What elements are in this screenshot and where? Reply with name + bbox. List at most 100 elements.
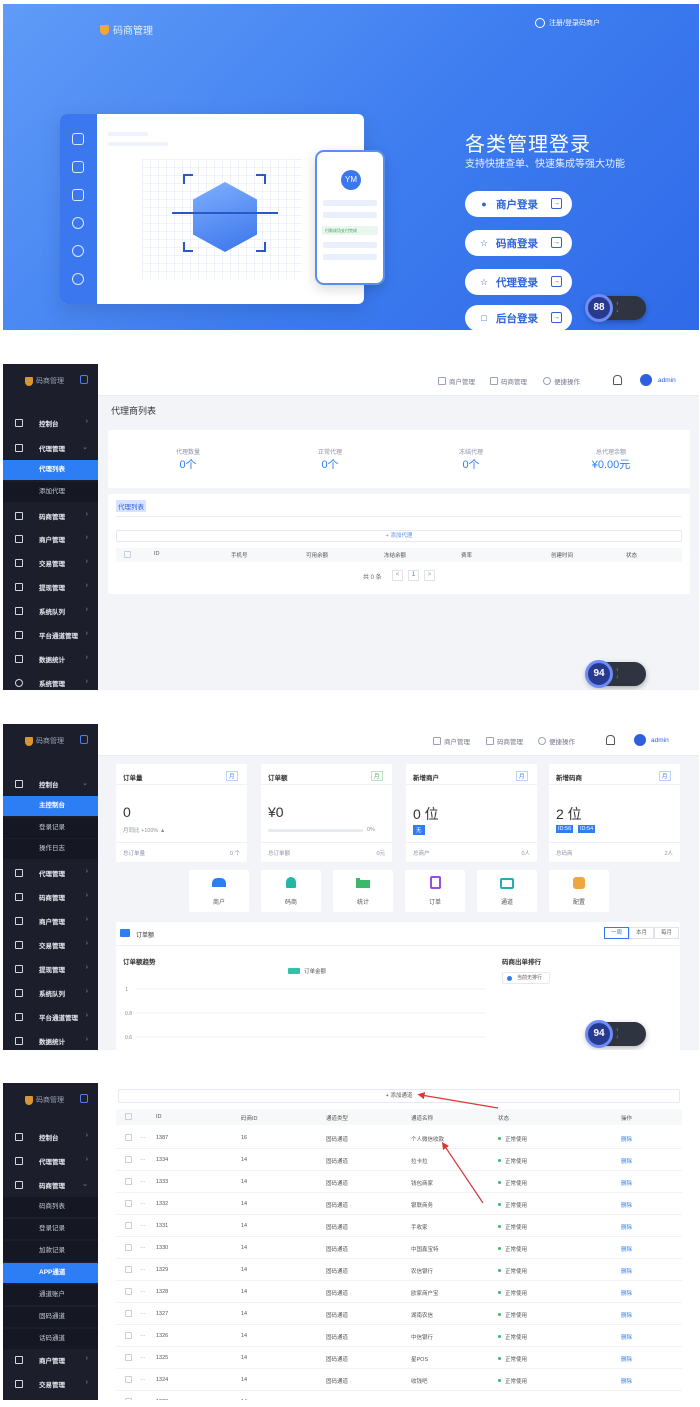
next-page-button[interactable]: > (424, 570, 435, 581)
lock-icon[interactable] (80, 735, 88, 744)
register-link[interactable]: 注册/登录码商户 (535, 18, 600, 28)
row-checkbox[interactable] (125, 1266, 132, 1273)
row-expand-icon[interactable]: ... (140, 1134, 145, 1140)
row-checkbox[interactable] (125, 1376, 132, 1383)
menu-merchant[interactable]: 商户管理 › (3, 527, 98, 551)
menu-console[interactable]: 控制台 › (3, 1125, 98, 1149)
submenu-phone-code-channel[interactable]: 话码通道 (3, 1329, 98, 1349)
admin-login-button[interactable]: □ 后台登录 → (465, 305, 572, 330)
select-all-checkbox[interactable] (124, 551, 131, 558)
merchant-link[interactable]: 商户管理 (438, 376, 475, 386)
menu-statistics[interactable]: 数据统计 › (3, 647, 98, 671)
lock-icon[interactable] (80, 375, 88, 384)
column-header[interactable]: 创建时间 (551, 551, 573, 559)
shortcut-link[interactable]: 便捷操作 (543, 376, 580, 386)
merchant-login-button[interactable]: ● 商户登录 → (465, 191, 572, 217)
menu-agent-management[interactable]: 代理管理 › (3, 1149, 98, 1173)
bell-icon[interactable] (606, 735, 615, 745)
merchant-link[interactable]: 商户管理 (433, 736, 470, 746)
shortcut-code-merchant[interactable]: 码商 (261, 870, 321, 912)
submenu-login-log[interactable]: 登录记录 (3, 1219, 98, 1239)
submenu-code-merchant-list[interactable]: 码商列表 (3, 1197, 98, 1217)
menu-code-merchant[interactable]: 码商管理 › (3, 885, 98, 909)
menu-agent-management[interactable]: 代理管理 › (3, 861, 98, 885)
row-expand-icon[interactable]: ... (140, 1332, 145, 1338)
row-checkbox[interactable] (125, 1156, 132, 1163)
delete-link[interactable]: 删除 (621, 1245, 632, 1253)
menu-merchant[interactable]: 商户管理 › (3, 909, 98, 933)
shortcut-config[interactable]: 配置 (549, 870, 609, 912)
shortcut-merchant[interactable]: 商户 (189, 870, 249, 912)
legend-label[interactable]: 订单金额 (304, 967, 326, 975)
menu-transactions[interactable]: 交易管理 › (3, 1372, 98, 1396)
delete-link[interactable]: 删除 (621, 1333, 632, 1341)
submenu-add-agent[interactable]: 添加代理 (3, 482, 98, 502)
delete-link[interactable]: 删除 (621, 1157, 632, 1165)
menu-console[interactable]: 控制台 ⌄ (3, 772, 98, 796)
row-checkbox[interactable] (125, 1398, 132, 1400)
submenu-main-console[interactable]: 主控制台 (3, 796, 98, 816)
delete-link[interactable]: 删除 (621, 1201, 632, 1209)
shortcut-link[interactable]: 便捷操作 (538, 736, 575, 746)
menu-code-merchant[interactable]: 码商管理 ⌄ (3, 1173, 98, 1197)
shortcut-channels[interactable]: 通道 (477, 870, 537, 912)
menu-statistics[interactable]: 数据统计 › (3, 1029, 98, 1050)
row-checkbox[interactable] (125, 1200, 132, 1207)
row-expand-icon[interactable]: ... (140, 1266, 145, 1272)
delete-link[interactable]: 删除 (621, 1179, 632, 1187)
row-expand-icon[interactable]: ... (140, 1310, 145, 1316)
row-expand-icon[interactable]: ... (140, 1376, 145, 1382)
menu-transactions[interactable]: 交易管理 › (3, 551, 98, 575)
code-merchant-link[interactable]: 码商管理 (490, 376, 527, 386)
code-merchant-link[interactable]: 码商管理 (486, 736, 523, 746)
menu-merchant[interactable]: 商户管理 › (3, 1348, 98, 1372)
row-checkbox[interactable] (125, 1134, 132, 1141)
row-expand-icon[interactable]: ... (140, 1178, 145, 1184)
row-checkbox[interactable] (125, 1354, 132, 1361)
speed-widget[interactable]: 94 ↑ ↓ (585, 1020, 646, 1048)
submenu-agent-list[interactable]: 代理列表 (3, 460, 98, 480)
add-agent-button[interactable]: + 添加代理 (116, 530, 682, 542)
delete-link[interactable]: 删除 (621, 1289, 632, 1297)
lock-icon[interactable] (80, 1094, 88, 1103)
column-header[interactable]: ID (154, 551, 160, 557)
avatar[interactable] (640, 374, 652, 386)
range-tab-month[interactable]: 本月 (629, 927, 654, 939)
delete-link[interactable]: 删除 (621, 1311, 632, 1319)
submenu-login-log[interactable]: 登录记录 (3, 818, 98, 838)
menu-console[interactable]: 控制台 › (3, 411, 98, 435)
row-checkbox[interactable] (125, 1310, 132, 1317)
delete-link[interactable]: 删除 (621, 1399, 632, 1400)
row-expand-icon[interactable]: ... (140, 1288, 145, 1294)
prev-page-button[interactable]: < (392, 570, 403, 581)
page-button[interactable]: 1 (408, 570, 419, 581)
menu-platform-channels[interactable]: 平台通道管理 › (3, 1005, 98, 1029)
user-name[interactable]: admin (658, 377, 676, 384)
menu-queue[interactable]: 系统队列 › (3, 981, 98, 1005)
submenu-topup-log[interactable]: 加款记录 (3, 1241, 98, 1261)
menu-platform-channels[interactable]: 平台通道管理 › (3, 623, 98, 647)
row-expand-icon[interactable]: ... (140, 1222, 145, 1228)
row-checkbox[interactable] (125, 1244, 132, 1251)
row-checkbox[interactable] (125, 1178, 132, 1185)
submenu-operation-log[interactable]: 操作日志 (3, 839, 98, 859)
delete-link[interactable]: 删除 (621, 1135, 632, 1143)
add-channel-button[interactable]: + 添加通道 (118, 1089, 680, 1103)
range-tab-monthly[interactable]: 每月 (654, 927, 679, 939)
range-tab-week[interactable]: 一周 (604, 927, 629, 939)
code-merchant-login-button[interactable]: ☆ 码商登录 → (465, 230, 572, 256)
tab-agent-list[interactable]: 代理列表 (116, 500, 146, 512)
bell-icon[interactable] (613, 375, 622, 385)
speed-widget[interactable]: 88 ↑ ↓ (585, 294, 646, 322)
menu-withdrawal[interactable]: 提现管理 › (3, 957, 98, 981)
menu-code-merchant[interactable]: 码商管理 › (3, 504, 98, 528)
avatar[interactable] (634, 734, 646, 746)
submenu-channel-account[interactable]: 通道账户 (3, 1285, 98, 1305)
delete-link[interactable]: 删除 (621, 1355, 632, 1363)
user-name[interactable]: admin (651, 737, 669, 744)
menu-system[interactable]: 系统管理 › (3, 671, 98, 690)
delete-link[interactable]: 删除 (621, 1223, 632, 1231)
row-checkbox[interactable] (125, 1222, 132, 1229)
row-expand-icon[interactable]: ... (140, 1398, 145, 1400)
menu-agent-management[interactable]: 代理管理 ⌄ (3, 436, 98, 460)
